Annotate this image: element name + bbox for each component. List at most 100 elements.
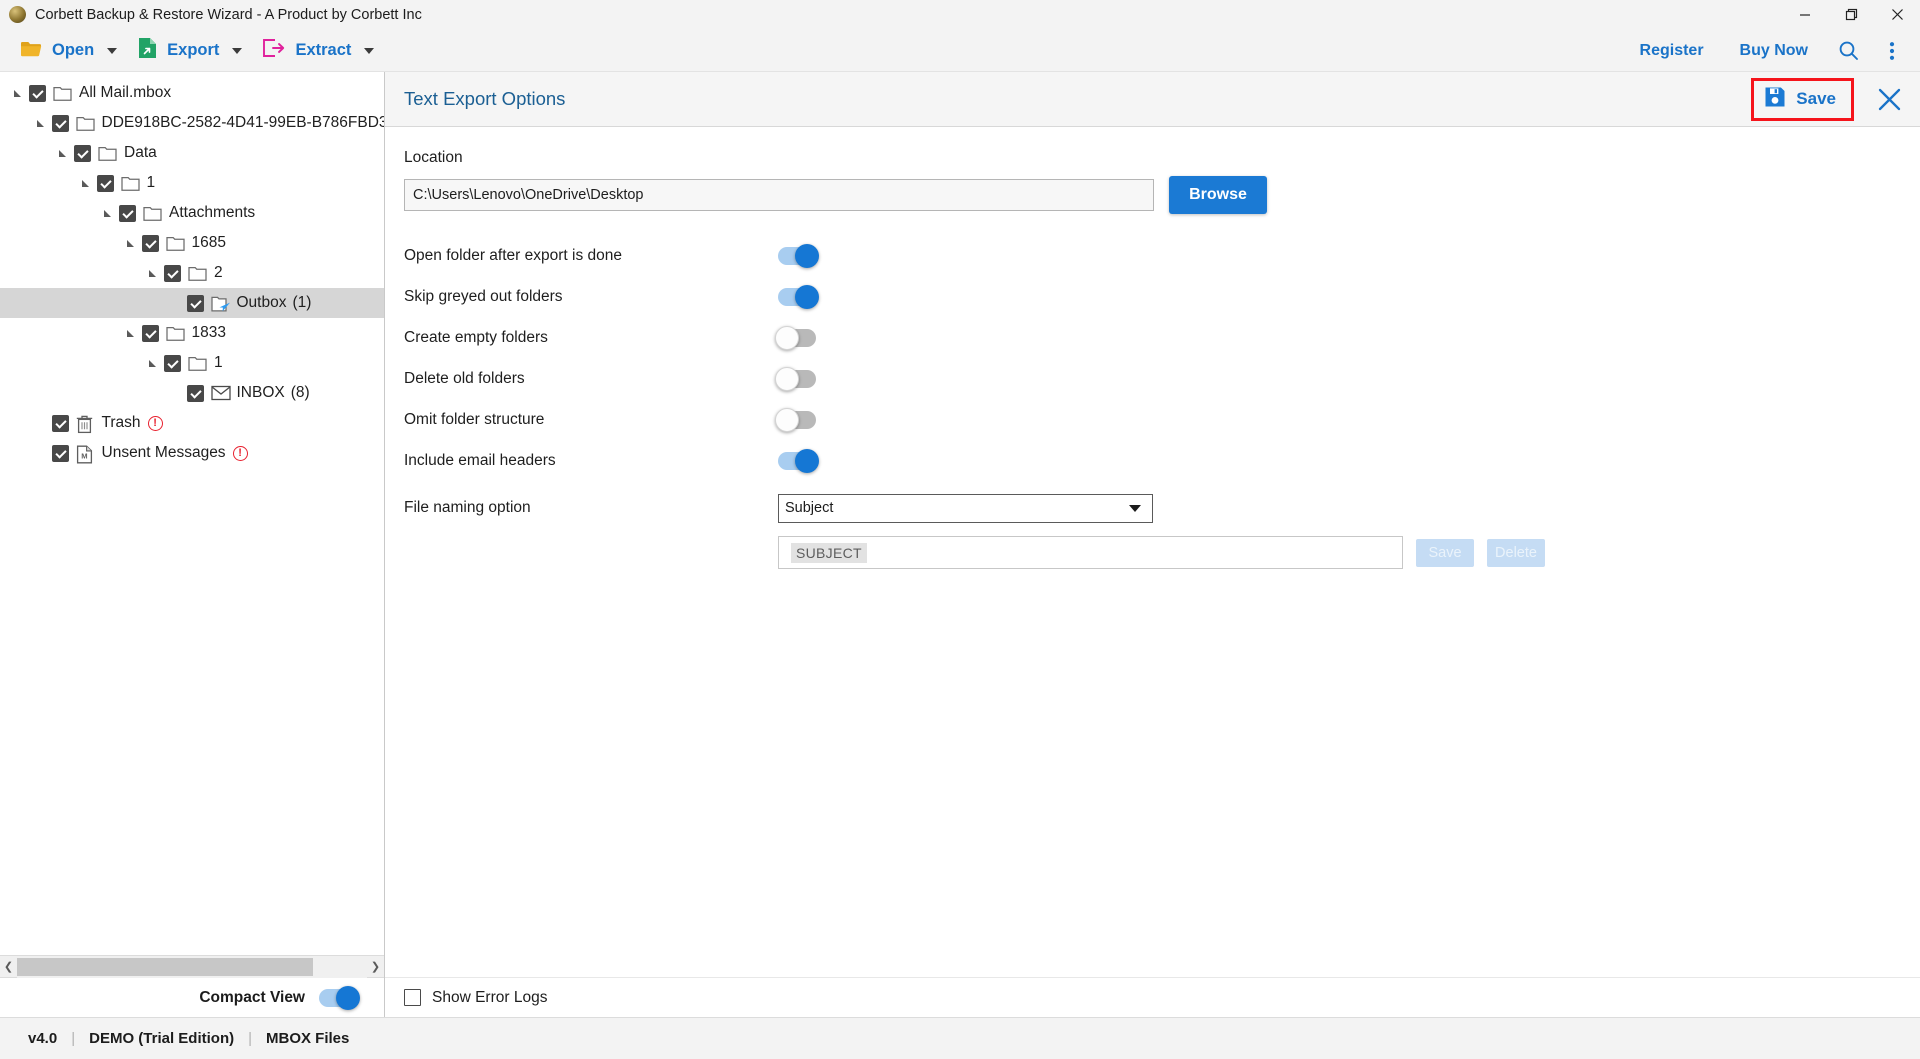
- tree-item-checkbox[interactable]: [96, 174, 114, 192]
- option-label: Open folder after export is done: [404, 246, 622, 264]
- chevron-right-icon[interactable]: ❯: [367, 956, 384, 978]
- tree-item-2[interactable]: 2: [0, 258, 384, 288]
- scroll-track[interactable]: [17, 955, 367, 978]
- expander-collapse-icon[interactable]: [147, 266, 161, 280]
- version-label: v4.0: [28, 1030, 58, 1047]
- tree-item-checkbox[interactable]: [119, 204, 136, 222]
- option-toggle[interactable]: [775, 366, 816, 391]
- file-naming-select[interactable]: Subject: [778, 493, 1153, 523]
- tree-item-checkbox[interactable]: [186, 384, 204, 402]
- window-titlebar: Corbett Backup & Restore Wizard - A Prod…: [0, 0, 1920, 30]
- chevron-down-icon[interactable]: [107, 47, 118, 54]
- tree-item-label: 1685: [191, 234, 226, 251]
- browse-button[interactable]: Browse: [1169, 176, 1267, 214]
- option-label: Include email headers: [404, 451, 556, 469]
- expander-collapse-icon[interactable]: [57, 146, 71, 160]
- expander-collapse-icon[interactable]: [125, 326, 139, 340]
- tree-horizontal-scrollbar[interactable]: ❮ ❯: [0, 955, 384, 978]
- close-panel-icon[interactable]: [1872, 82, 1906, 116]
- edition-label: DEMO (Trial Edition): [89, 1030, 235, 1047]
- tree-item-1[interactable]: 1: [0, 348, 384, 378]
- tree-item-label: 1833: [191, 324, 226, 341]
- file-naming-pattern-input[interactable]: SUBJECT: [778, 536, 1403, 569]
- tree-item-attachments[interactable]: Attachments: [0, 198, 384, 228]
- tree-item-checkbox[interactable]: [51, 114, 69, 132]
- more-vertical-icon[interactable]: [1870, 30, 1914, 72]
- option-row: Omit folder structure: [404, 399, 1920, 440]
- export-menu-button[interactable]: Export: [127, 30, 252, 72]
- folder-tree-panel: All Mail.mbox DDE918BC-2582-4D41-99EB-B78…: [0, 72, 385, 1017]
- location-label: Location: [404, 149, 463, 166]
- subject-token-chip[interactable]: SUBJECT: [791, 542, 867, 563]
- expander-collapse-icon[interactable]: [125, 236, 139, 250]
- tree-item-checkbox[interactable]: [186, 294, 204, 312]
- tree-item-trash[interactable]: Trash!: [0, 408, 384, 438]
- compact-view-toggle[interactable]: [319, 985, 360, 1010]
- pattern-save-button[interactable]: Save: [1416, 538, 1474, 567]
- expander-collapse-icon[interactable]: [35, 116, 49, 130]
- option-toggle[interactable]: [778, 243, 819, 268]
- option-toggle-cell: [775, 407, 838, 432]
- tree-item-1833[interactable]: 1833: [0, 318, 384, 348]
- extract-menu-button[interactable]: Extract: [252, 30, 384, 72]
- close-icon[interactable]: [1874, 0, 1920, 30]
- save-floppy-icon: [1764, 86, 1786, 113]
- open-menu-button[interactable]: Open: [10, 30, 127, 72]
- option-row: Include email headers: [404, 440, 1920, 481]
- scroll-thumb[interactable]: [17, 957, 313, 976]
- tree-item-dde918bc-2582-4d41-99eb-b786fbd354[interactable]: DDE918BC-2582-4D41-99EB-B786FBD354: [0, 108, 384, 138]
- tree-item-checkbox[interactable]: [164, 354, 181, 372]
- tree-item-label: Unsent Messages: [101, 444, 226, 461]
- window-controls: [1782, 0, 1920, 30]
- expander-collapse-icon[interactable]: [147, 356, 161, 370]
- minimize-icon[interactable]: [1782, 0, 1828, 30]
- tree-item-1685[interactable]: 1685: [0, 228, 384, 258]
- tree-item-checkbox[interactable]: [74, 144, 91, 162]
- open-label: Open: [52, 41, 95, 59]
- save-button[interactable]: Save: [1751, 77, 1854, 121]
- option-toggle-cell: [778, 243, 838, 268]
- option-toggle[interactable]: [775, 407, 816, 432]
- folder-icon: [165, 325, 185, 342]
- option-toggle[interactable]: [775, 325, 816, 350]
- tree-item-checkbox[interactable]: [29, 84, 46, 102]
- option-toggle[interactable]: [778, 448, 819, 473]
- pattern-delete-button[interactable]: Delete: [1487, 538, 1545, 567]
- folder-icon: [165, 235, 185, 252]
- tree-item-checkbox[interactable]: [51, 444, 69, 462]
- option-label: Delete old folders: [404, 369, 525, 387]
- folder-icon: [98, 145, 117, 162]
- chevron-left-icon[interactable]: ❮: [0, 956, 17, 978]
- restore-icon[interactable]: [1828, 0, 1874, 30]
- expander-collapse-icon[interactable]: [102, 206, 116, 220]
- show-error-logs-checkbox[interactable]: [404, 989, 421, 1006]
- tree-item-all-mail-mbox[interactable]: All Mail.mbox: [0, 78, 384, 108]
- chevron-down-icon[interactable]: [364, 47, 375, 54]
- file-type-label: MBOX Files: [266, 1030, 350, 1047]
- tree-item-checkbox[interactable]: [141, 234, 159, 252]
- tree-item-checkbox[interactable]: [51, 414, 69, 432]
- folder-tree[interactable]: All Mail.mbox DDE918BC-2582-4D41-99EB-B78…: [0, 72, 384, 955]
- file-naming-pattern-row: SUBJECT Save Delete: [778, 536, 1920, 569]
- file-naming-label: File naming option: [404, 499, 531, 516]
- tree-item-data[interactable]: Data: [0, 138, 384, 168]
- buy-now-link[interactable]: Buy Now: [1722, 30, 1826, 72]
- tree-item-checkbox[interactable]: [164, 264, 181, 282]
- register-link[interactable]: Register: [1622, 30, 1722, 72]
- expander-collapse-icon[interactable]: [12, 86, 26, 100]
- tree-item-checkbox[interactable]: [141, 324, 159, 342]
- option-toggle-cell: [775, 325, 838, 350]
- chevron-down-icon[interactable]: [232, 47, 243, 54]
- tree-item-unsent-messages[interactable]: M Unsent Messages!: [0, 438, 384, 468]
- page-title: Text Export Options: [404, 88, 566, 109]
- location-input[interactable]: [404, 179, 1154, 211]
- expander-collapse-icon[interactable]: [80, 176, 94, 190]
- search-icon[interactable]: [1826, 30, 1870, 72]
- option-toggle[interactable]: [778, 284, 819, 309]
- tree-item-outbox[interactable]: Outbox (1): [0, 288, 384, 318]
- tree-item-inbox[interactable]: INBOX (8): [0, 378, 384, 408]
- tree-item-1[interactable]: 1: [0, 168, 384, 198]
- main-toolbar: Open Export Extract Register Buy Now: [0, 30, 1920, 72]
